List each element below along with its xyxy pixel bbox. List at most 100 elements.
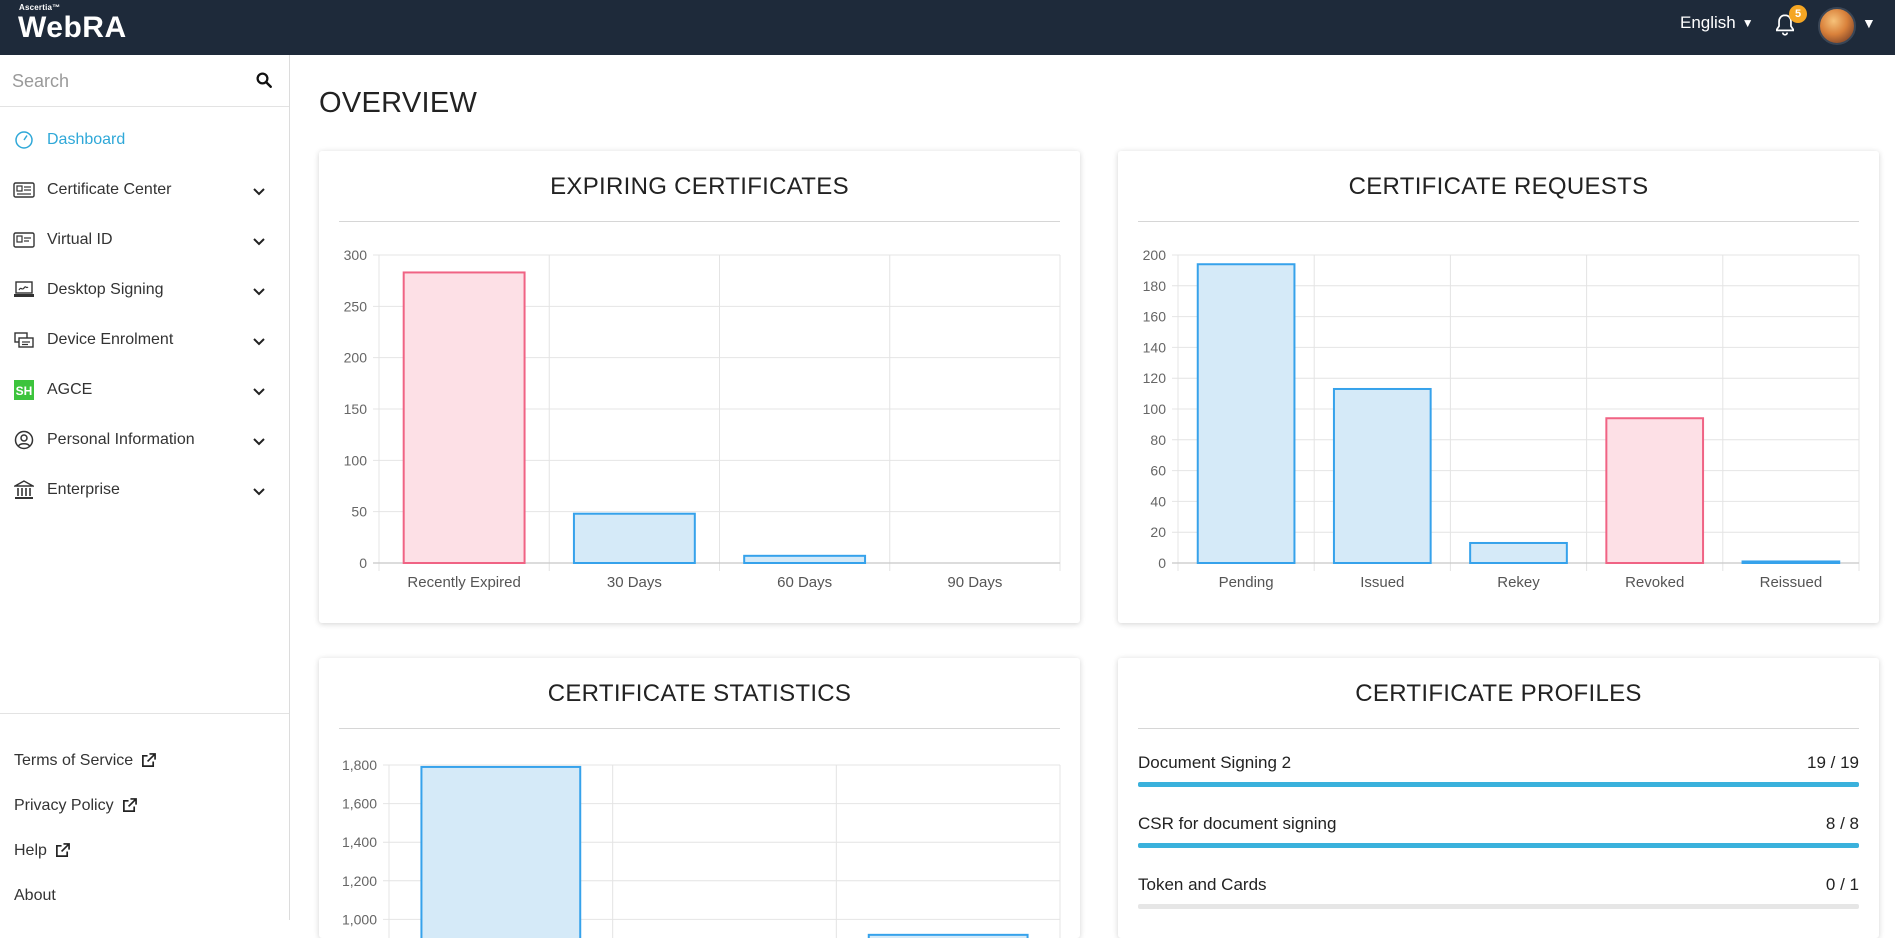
x-tick-label: Issued — [1360, 574, 1404, 591]
y-tick-label: 100 — [344, 452, 368, 468]
sidebar-item-label: Device Enrolment — [47, 331, 174, 348]
x-tick-label: 30 Days — [607, 574, 662, 591]
y-tick-label: 300 — [344, 247, 368, 263]
bar[interactable] — [1196, 263, 1296, 565]
bar[interactable] — [743, 554, 867, 564]
caret-down-icon: ▼ — [1741, 16, 1754, 30]
external-link-icon — [55, 843, 70, 857]
sidebar-item-label: Virtual ID — [47, 231, 113, 248]
agce-sh-icon: SH — [13, 380, 35, 400]
y-tick-label: 1,600 — [342, 796, 377, 812]
card-title: CERTIFICATE PROFILES — [1355, 680, 1642, 707]
bar[interactable] — [420, 765, 582, 938]
y-tick-label: 0 — [359, 555, 367, 571]
profile-progress-track — [1138, 843, 1859, 848]
profile-count: 0 / 1 — [1825, 875, 1859, 894]
sidebar-item-personal-information[interactable]: Personal Information — [0, 415, 289, 465]
sidebar-item-certificate-center[interactable]: Certificate Center — [0, 165, 289, 215]
bar[interactable] — [402, 271, 526, 564]
y-tick-label: 120 — [1143, 370, 1167, 386]
certificate-requests-card: CERTIFICATE REQUESTS 0 20 40 60 80 100 120 140 1… — [1118, 151, 1879, 623]
page-title: OVERVIEW — [319, 87, 478, 119]
chevron-down-icon[interactable] — [252, 384, 266, 398]
sidebar-item-agce[interactable]: SH AGCE — [0, 365, 289, 415]
chevron-down-icon[interactable] — [252, 284, 266, 298]
y-tick-label: 0 — [1158, 555, 1166, 571]
chevron-down-icon[interactable] — [252, 434, 266, 448]
language-label: English — [1680, 13, 1736, 32]
bar[interactable] — [1605, 417, 1705, 564]
bar[interactable] — [572, 512, 696, 564]
sidebar-item-label: AGCE — [47, 381, 93, 398]
profile-progress-track — [1138, 782, 1859, 787]
y-tick-label: 80 — [1150, 432, 1166, 448]
sidebar-item-device-enrolment[interactable]: Device Enrolment — [0, 315, 289, 365]
y-tick-label: 60 — [1150, 463, 1166, 479]
sidebar-item-dashboard[interactable]: Dashboard — [0, 115, 289, 165]
y-tick-label: 1,800 — [342, 757, 377, 773]
chevron-down-icon[interactable] — [252, 484, 266, 498]
sidebar-item-desktop-signing[interactable]: Desktop Signing — [0, 265, 289, 315]
help-link[interactable]: Help — [14, 828, 156, 873]
sidebar-item-label: Desktop Signing — [47, 281, 164, 298]
external-link-icon — [122, 798, 137, 812]
certificate-card-icon — [13, 180, 35, 200]
y-tick-label: 160 — [1143, 309, 1167, 325]
user-avatar[interactable] — [1818, 7, 1856, 45]
search-icon[interactable] — [255, 71, 273, 89]
x-tick-label: Reissued — [1760, 574, 1823, 591]
y-tick-label: 50 — [351, 504, 367, 520]
main-content: OVERVIEW EXPIRING CERTIFICATES 0 50 100 150… — [291, 55, 1895, 938]
chevron-down-icon[interactable] — [252, 334, 266, 348]
y-tick-label: 40 — [1150, 493, 1166, 509]
profile-count: 19 / 19 — [1807, 753, 1859, 772]
x-tick-label: Revoked — [1625, 574, 1684, 591]
user-circle-icon — [13, 430, 35, 450]
y-tick-label: 200 — [1143, 247, 1167, 263]
profile-row[interactable]: CSR for document signing 8 / 8 — [1138, 814, 1859, 854]
top-navigation-bar: Ascertia™ WebRA English ▼ 5 ▼ — [0, 0, 1895, 55]
sidebar-divider — [0, 713, 289, 714]
notifications-button[interactable]: 5 — [1772, 5, 1807, 40]
sidebar-item-enterprise[interactable]: Enterprise — [0, 465, 289, 515]
sidebar-footer-links: Terms of Service Privacy Policy Help Abo… — [14, 738, 157, 918]
caret-down-icon[interactable]: ▼ — [1862, 15, 1876, 31]
bar[interactable] — [1332, 387, 1432, 564]
sidebar-item-virtual-id[interactable]: Virtual ID — [0, 215, 289, 265]
profile-row[interactable]: Token and Cards 0 / 1 — [1138, 875, 1859, 915]
bar[interactable] — [1741, 560, 1841, 564]
y-tick-label: 20 — [1150, 524, 1166, 540]
language-selector[interactable]: English ▼ — [1680, 13, 1754, 33]
expiring-certificates-chart: 0 50 100 150 200 250 300 Recently Expired 30 Day… — [344, 247, 1061, 591]
bar[interactable] — [1469, 541, 1568, 565]
dashboard-gauge-icon — [13, 130, 35, 150]
y-tick-label: 150 — [344, 401, 368, 417]
y-tick-label: 1,200 — [342, 873, 377, 889]
footer-link-label: About — [14, 886, 56, 904]
profile-row[interactable]: Document Signing 2 19 / 19 — [1138, 753, 1859, 793]
chevron-down-icon[interactable] — [252, 184, 266, 198]
footer-link-label: Help — [14, 841, 47, 859]
privacy-policy-link[interactable]: Privacy Policy — [14, 783, 156, 828]
footer-link-label: Terms of Service — [14, 751, 134, 769]
certificate-statistics-card: CERTIFICATE STATISTICS 1,000 1,200 1,400 1,… — [319, 658, 1080, 938]
about-link[interactable]: About — [14, 873, 156, 918]
y-tick-label: 100 — [1143, 401, 1167, 417]
sidebar-item-label: Certificate Center — [47, 181, 172, 198]
x-tick-label: Pending — [1219, 574, 1274, 591]
search-input[interactable] — [12, 65, 242, 97]
expiring-certificates-card: EXPIRING CERTIFICATES 0 50 100 150 200 250 300… — [319, 151, 1080, 623]
chevron-down-icon[interactable] — [252, 234, 266, 248]
profile-name: CSR for document signing — [1138, 814, 1337, 833]
certificate-requests-chart: 0 20 40 60 80 100 120 140 160 180 200 Pending Issued… — [1143, 247, 1860, 591]
x-tick-label: Recently Expired — [407, 574, 520, 591]
terms-of-service-link[interactable]: Terms of Service — [14, 738, 157, 783]
sidebar-item-label: Enterprise — [47, 481, 120, 498]
sidebar: Dashboard Certificate Center Virtual ID … — [0, 55, 290, 920]
brand-logo[interactable]: WebRA — [18, 11, 127, 45]
card-divider — [1138, 728, 1859, 729]
x-tick-label: Rekey — [1497, 574, 1540, 591]
sidebar-item-label: Personal Information — [47, 431, 195, 448]
certificate-profiles-card: CERTIFICATE PROFILES Document Signing 2 … — [1118, 658, 1879, 938]
y-tick-label: 1,000 — [342, 911, 377, 927]
